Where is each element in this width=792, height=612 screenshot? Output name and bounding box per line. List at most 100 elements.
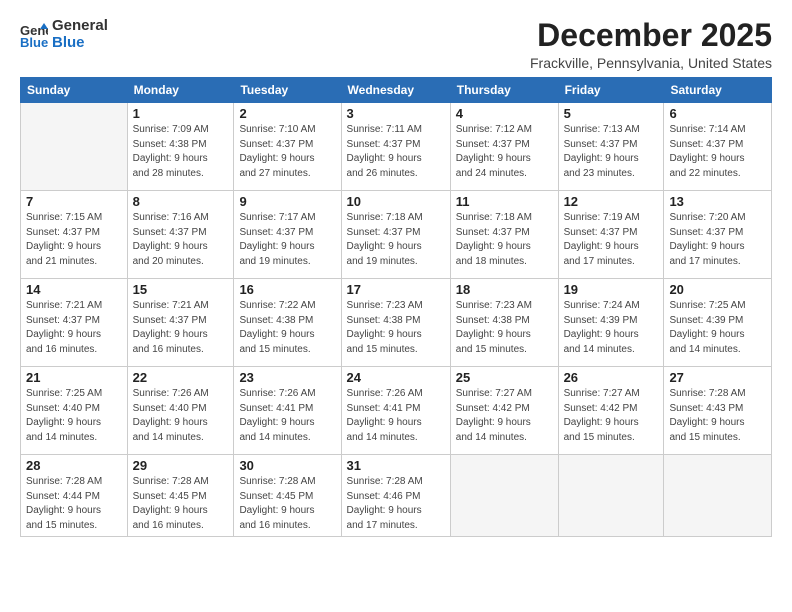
day-info: Sunrise: 7:27 AM Sunset: 4:42 PM Dayligh… (564, 387, 659, 445)
day-info: Sunrise: 7:11 AM Sunset: 4:37 PM Dayligh… (347, 123, 445, 181)
col-header-sunday: Sunday (21, 78, 128, 103)
day-number: 17 (347, 282, 445, 297)
calendar-cell: 17 Sunrise: 7:23 AM Sunset: 4:38 PM Dayli… (341, 279, 450, 367)
col-header-saturday: Saturday (664, 78, 772, 103)
calendar-table: SundayMondayTuesdayWednesdayThursdayFrid… (20, 77, 772, 537)
week-row-2: 7Sunrise: 7:15 AM Sunset: 4:37 PM Daylig… (21, 191, 772, 279)
logo-icon: General Blue (20, 21, 48, 49)
col-header-wednesday: Wednesday (341, 78, 450, 103)
day-info: Sunrise: 7:23 AM Sunset: 4:38 PM Dayligh… (347, 299, 445, 357)
calendar-cell: 31 Sunrise: 7:28 AM Sunset: 4:46 PM Dayli… (341, 455, 450, 537)
calendar-cell: 4 Sunrise: 7:12 AM Sunset: 4:37 PM Daylig… (450, 103, 558, 191)
day-number: 3 (347, 106, 445, 121)
col-header-thursday: Thursday (450, 78, 558, 103)
day-number: 2 (239, 106, 335, 121)
day-number: 13 (669, 194, 766, 209)
calendar-cell: 29 Sunrise: 7:28 AM Sunset: 4:45 PM Dayli… (127, 455, 234, 537)
day-number: 21 (26, 370, 122, 385)
week-row-5: 28 Sunrise: 7:28 AM Sunset: 4:44 PM Dayli… (21, 455, 772, 537)
day-number: 11 (456, 194, 553, 209)
day-info: Sunrise: 7:21 AM Sunset: 4:37 PM Dayligh… (133, 299, 229, 357)
col-header-friday: Friday (558, 78, 664, 103)
day-info: Sunrise: 7:27 AM Sunset: 4:42 PM Dayligh… (456, 387, 553, 445)
day-info: Sunrise: 7:18 AM Sunset: 4:37 PM Dayligh… (456, 211, 553, 269)
day-info: Sunrise: 7:15 AM Sunset: 4:37 PM Dayligh… (26, 211, 122, 269)
day-number: 6 (669, 106, 766, 121)
calendar-cell: 22 Sunrise: 7:26 AM Sunset: 4:40 PM Dayli… (127, 367, 234, 455)
logo-blue: Blue (52, 35, 108, 52)
calendar-cell: 12 Sunrise: 7:19 AM Sunset: 4:37 PM Dayli… (558, 191, 664, 279)
week-row-4: 21 Sunrise: 7:25 AM Sunset: 4:40 PM Dayli… (21, 367, 772, 455)
day-number: 28 (26, 458, 122, 473)
day-info: Sunrise: 7:19 AM Sunset: 4:37 PM Dayligh… (564, 211, 659, 269)
calendar-cell (558, 455, 664, 537)
calendar-cell: 26 Sunrise: 7:27 AM Sunset: 4:42 PM Dayli… (558, 367, 664, 455)
day-number: 15 (133, 282, 229, 297)
day-number: 24 (347, 370, 445, 385)
title-area: December 2025 Frackville, Pennsylvania, … (530, 18, 772, 71)
calendar-cell: 28 Sunrise: 7:28 AM Sunset: 4:44 PM Dayli… (21, 455, 128, 537)
calendar-cell: 15 Sunrise: 7:21 AM Sunset: 4:37 PM Dayli… (127, 279, 234, 367)
day-info: Sunrise: 7:22 AM Sunset: 4:38 PM Dayligh… (239, 299, 335, 357)
day-number: 16 (239, 282, 335, 297)
calendar-cell: 23Sunrise: 7:26 AM Sunset: 4:41 PM Dayli… (234, 367, 341, 455)
calendar-cell: 9Sunrise: 7:17 AM Sunset: 4:37 PM Daylig… (234, 191, 341, 279)
calendar-cell: 14Sunrise: 7:21 AM Sunset: 4:37 PM Dayli… (21, 279, 128, 367)
calendar-cell: 5Sunrise: 7:13 AM Sunset: 4:37 PM Daylig… (558, 103, 664, 191)
day-number: 31 (347, 458, 445, 473)
page: General Blue General Blue December 2025 … (0, 0, 792, 612)
month-title: December 2025 (530, 18, 772, 53)
calendar-cell: 24 Sunrise: 7:26 AM Sunset: 4:41 PM Dayli… (341, 367, 450, 455)
day-info: Sunrise: 7:26 AM Sunset: 4:41 PM Dayligh… (347, 387, 445, 445)
day-info: Sunrise: 7:12 AM Sunset: 4:37 PM Dayligh… (456, 123, 553, 181)
day-info: Sunrise: 7:28 AM Sunset: 4:46 PM Dayligh… (347, 475, 445, 533)
week-row-3: 14Sunrise: 7:21 AM Sunset: 4:37 PM Dayli… (21, 279, 772, 367)
calendar-cell: 7Sunrise: 7:15 AM Sunset: 4:37 PM Daylig… (21, 191, 128, 279)
day-info: Sunrise: 7:25 AM Sunset: 4:40 PM Dayligh… (26, 387, 122, 445)
day-number: 22 (133, 370, 229, 385)
calendar-cell: 1 Sunrise: 7:09 AM Sunset: 4:38 PM Daylig… (127, 103, 234, 191)
day-info: Sunrise: 7:26 AM Sunset: 4:41 PM Dayligh… (239, 387, 335, 445)
col-header-tuesday: Tuesday (234, 78, 341, 103)
calendar-cell: 10Sunrise: 7:18 AM Sunset: 4:37 PM Dayli… (341, 191, 450, 279)
day-info: Sunrise: 7:24 AM Sunset: 4:39 PM Dayligh… (564, 299, 659, 357)
header: General Blue General Blue December 2025 … (20, 18, 772, 71)
day-info: Sunrise: 7:28 AM Sunset: 4:43 PM Dayligh… (669, 387, 766, 445)
calendar-cell: 27Sunrise: 7:28 AM Sunset: 4:43 PM Dayli… (664, 367, 772, 455)
day-number: 26 (564, 370, 659, 385)
day-info: Sunrise: 7:14 AM Sunset: 4:37 PM Dayligh… (669, 123, 766, 181)
col-header-monday: Monday (127, 78, 234, 103)
calendar-cell: 19Sunrise: 7:24 AM Sunset: 4:39 PM Dayli… (558, 279, 664, 367)
day-info: Sunrise: 7:20 AM Sunset: 4:37 PM Dayligh… (669, 211, 766, 269)
day-number: 10 (347, 194, 445, 209)
calendar-cell: 21 Sunrise: 7:25 AM Sunset: 4:40 PM Dayli… (21, 367, 128, 455)
calendar-cell: 25 Sunrise: 7:27 AM Sunset: 4:42 PM Dayli… (450, 367, 558, 455)
day-info: Sunrise: 7:25 AM Sunset: 4:39 PM Dayligh… (669, 299, 766, 357)
day-info: Sunrise: 7:26 AM Sunset: 4:40 PM Dayligh… (133, 387, 229, 445)
day-info: Sunrise: 7:28 AM Sunset: 4:44 PM Dayligh… (26, 475, 122, 533)
calendar-cell: 3 Sunrise: 7:11 AM Sunset: 4:37 PM Daylig… (341, 103, 450, 191)
calendar-cell: 8Sunrise: 7:16 AM Sunset: 4:37 PM Daylig… (127, 191, 234, 279)
day-number: 8 (133, 194, 229, 209)
calendar-cell: 16 Sunrise: 7:22 AM Sunset: 4:38 PM Dayli… (234, 279, 341, 367)
day-info: Sunrise: 7:28 AM Sunset: 4:45 PM Dayligh… (133, 475, 229, 533)
logo-general: General (52, 18, 108, 35)
day-info: Sunrise: 7:13 AM Sunset: 4:37 PM Dayligh… (564, 123, 659, 181)
calendar-cell: 18Sunrise: 7:23 AM Sunset: 4:38 PM Dayli… (450, 279, 558, 367)
day-info: Sunrise: 7:17 AM Sunset: 4:37 PM Dayligh… (239, 211, 335, 269)
day-number: 12 (564, 194, 659, 209)
day-number: 1 (133, 106, 229, 121)
calendar-cell: 20 Sunrise: 7:25 AM Sunset: 4:39 PM Dayli… (664, 279, 772, 367)
calendar-cell: 13 Sunrise: 7:20 AM Sunset: 4:37 PM Dayli… (664, 191, 772, 279)
day-number: 29 (133, 458, 229, 473)
day-info: Sunrise: 7:23 AM Sunset: 4:38 PM Dayligh… (456, 299, 553, 357)
calendar-cell: 30Sunrise: 7:28 AM Sunset: 4:45 PM Dayli… (234, 455, 341, 537)
day-number: 20 (669, 282, 766, 297)
day-number: 25 (456, 370, 553, 385)
calendar-header-row: SundayMondayTuesdayWednesdayThursdayFrid… (21, 78, 772, 103)
location: Frackville, Pennsylvania, United States (530, 55, 772, 71)
day-number: 4 (456, 106, 553, 121)
day-info: Sunrise: 7:28 AM Sunset: 4:45 PM Dayligh… (239, 475, 335, 533)
day-info: Sunrise: 7:21 AM Sunset: 4:37 PM Dayligh… (26, 299, 122, 357)
day-info: Sunrise: 7:09 AM Sunset: 4:38 PM Dayligh… (133, 123, 229, 181)
